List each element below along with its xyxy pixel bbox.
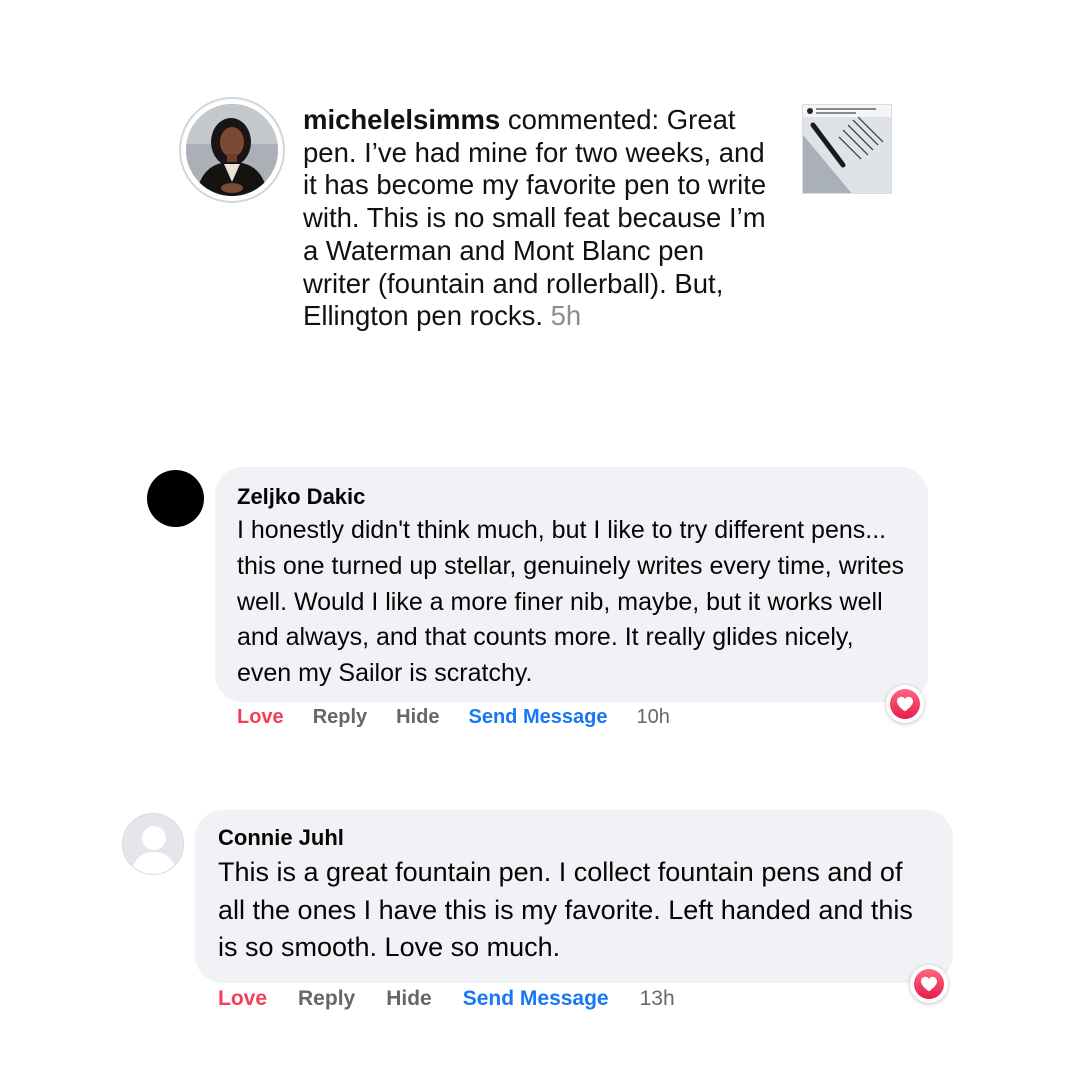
send-message-button[interactable]: Send Message (469, 706, 608, 729)
comment-bubble: Connie Juhl This is a great fountain pen… (195, 810, 953, 983)
send-message-button[interactable]: Send Message (463, 987, 609, 1011)
avatar[interactable] (147, 470, 204, 527)
heart-reaction-badge[interactable] (910, 965, 948, 1003)
heart-reaction-badge[interactable] (886, 685, 924, 723)
comment-bubble: Zeljko Dakic I honestly didn't think muc… (215, 467, 928, 702)
comment-username[interactable]: michelelsimms (303, 104, 500, 135)
reply-button[interactable]: Reply (298, 987, 355, 1011)
comment-body: I honestly didn't think much, but I like… (237, 516, 904, 688)
avatar[interactable] (122, 813, 184, 875)
default-avatar-icon (123, 814, 183, 874)
comment-actions: Love Reply Hide Send Message 13h (218, 987, 675, 1011)
commenter-name[interactable]: Connie Juhl (218, 824, 933, 852)
post-thumbnail-icon (803, 105, 891, 193)
comment-body: commented: Great pen. I’ve had mine for … (303, 104, 767, 332)
comment-timestamp: 5h (550, 300, 582, 332)
comment-text-block: michelelsimms commented: Great pen. I’ve… (303, 104, 773, 333)
comment-timestamp[interactable]: 13h (640, 987, 675, 1011)
avatar (186, 104, 278, 196)
comment-body: This is a great fountain pen. I collect … (218, 857, 913, 962)
comment-timestamp[interactable]: 10h (636, 706, 669, 729)
commenter-name[interactable]: Zeljko Dakic (237, 483, 908, 511)
hide-button[interactable]: Hide (386, 987, 432, 1011)
post-thumbnail[interactable] (802, 104, 892, 194)
love-button[interactable]: Love (218, 987, 267, 1011)
profile-photo-icon (186, 104, 278, 196)
reply-button[interactable]: Reply (313, 706, 367, 729)
comment-actions: Love Reply Hide Send Message 10h (237, 706, 670, 729)
avatar-ring[interactable] (179, 97, 285, 203)
heart-icon (921, 976, 937, 992)
love-button[interactable]: Love (237, 706, 284, 729)
hide-button[interactable]: Hide (396, 706, 439, 729)
heart-icon (897, 696, 913, 712)
